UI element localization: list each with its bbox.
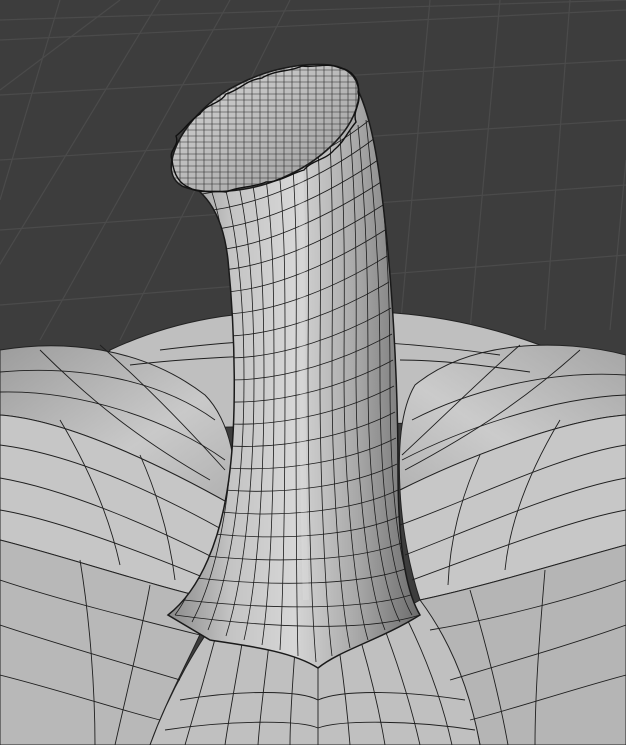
viewport-canvas[interactable] (0, 0, 626, 745)
3d-viewport[interactable] (0, 0, 626, 745)
